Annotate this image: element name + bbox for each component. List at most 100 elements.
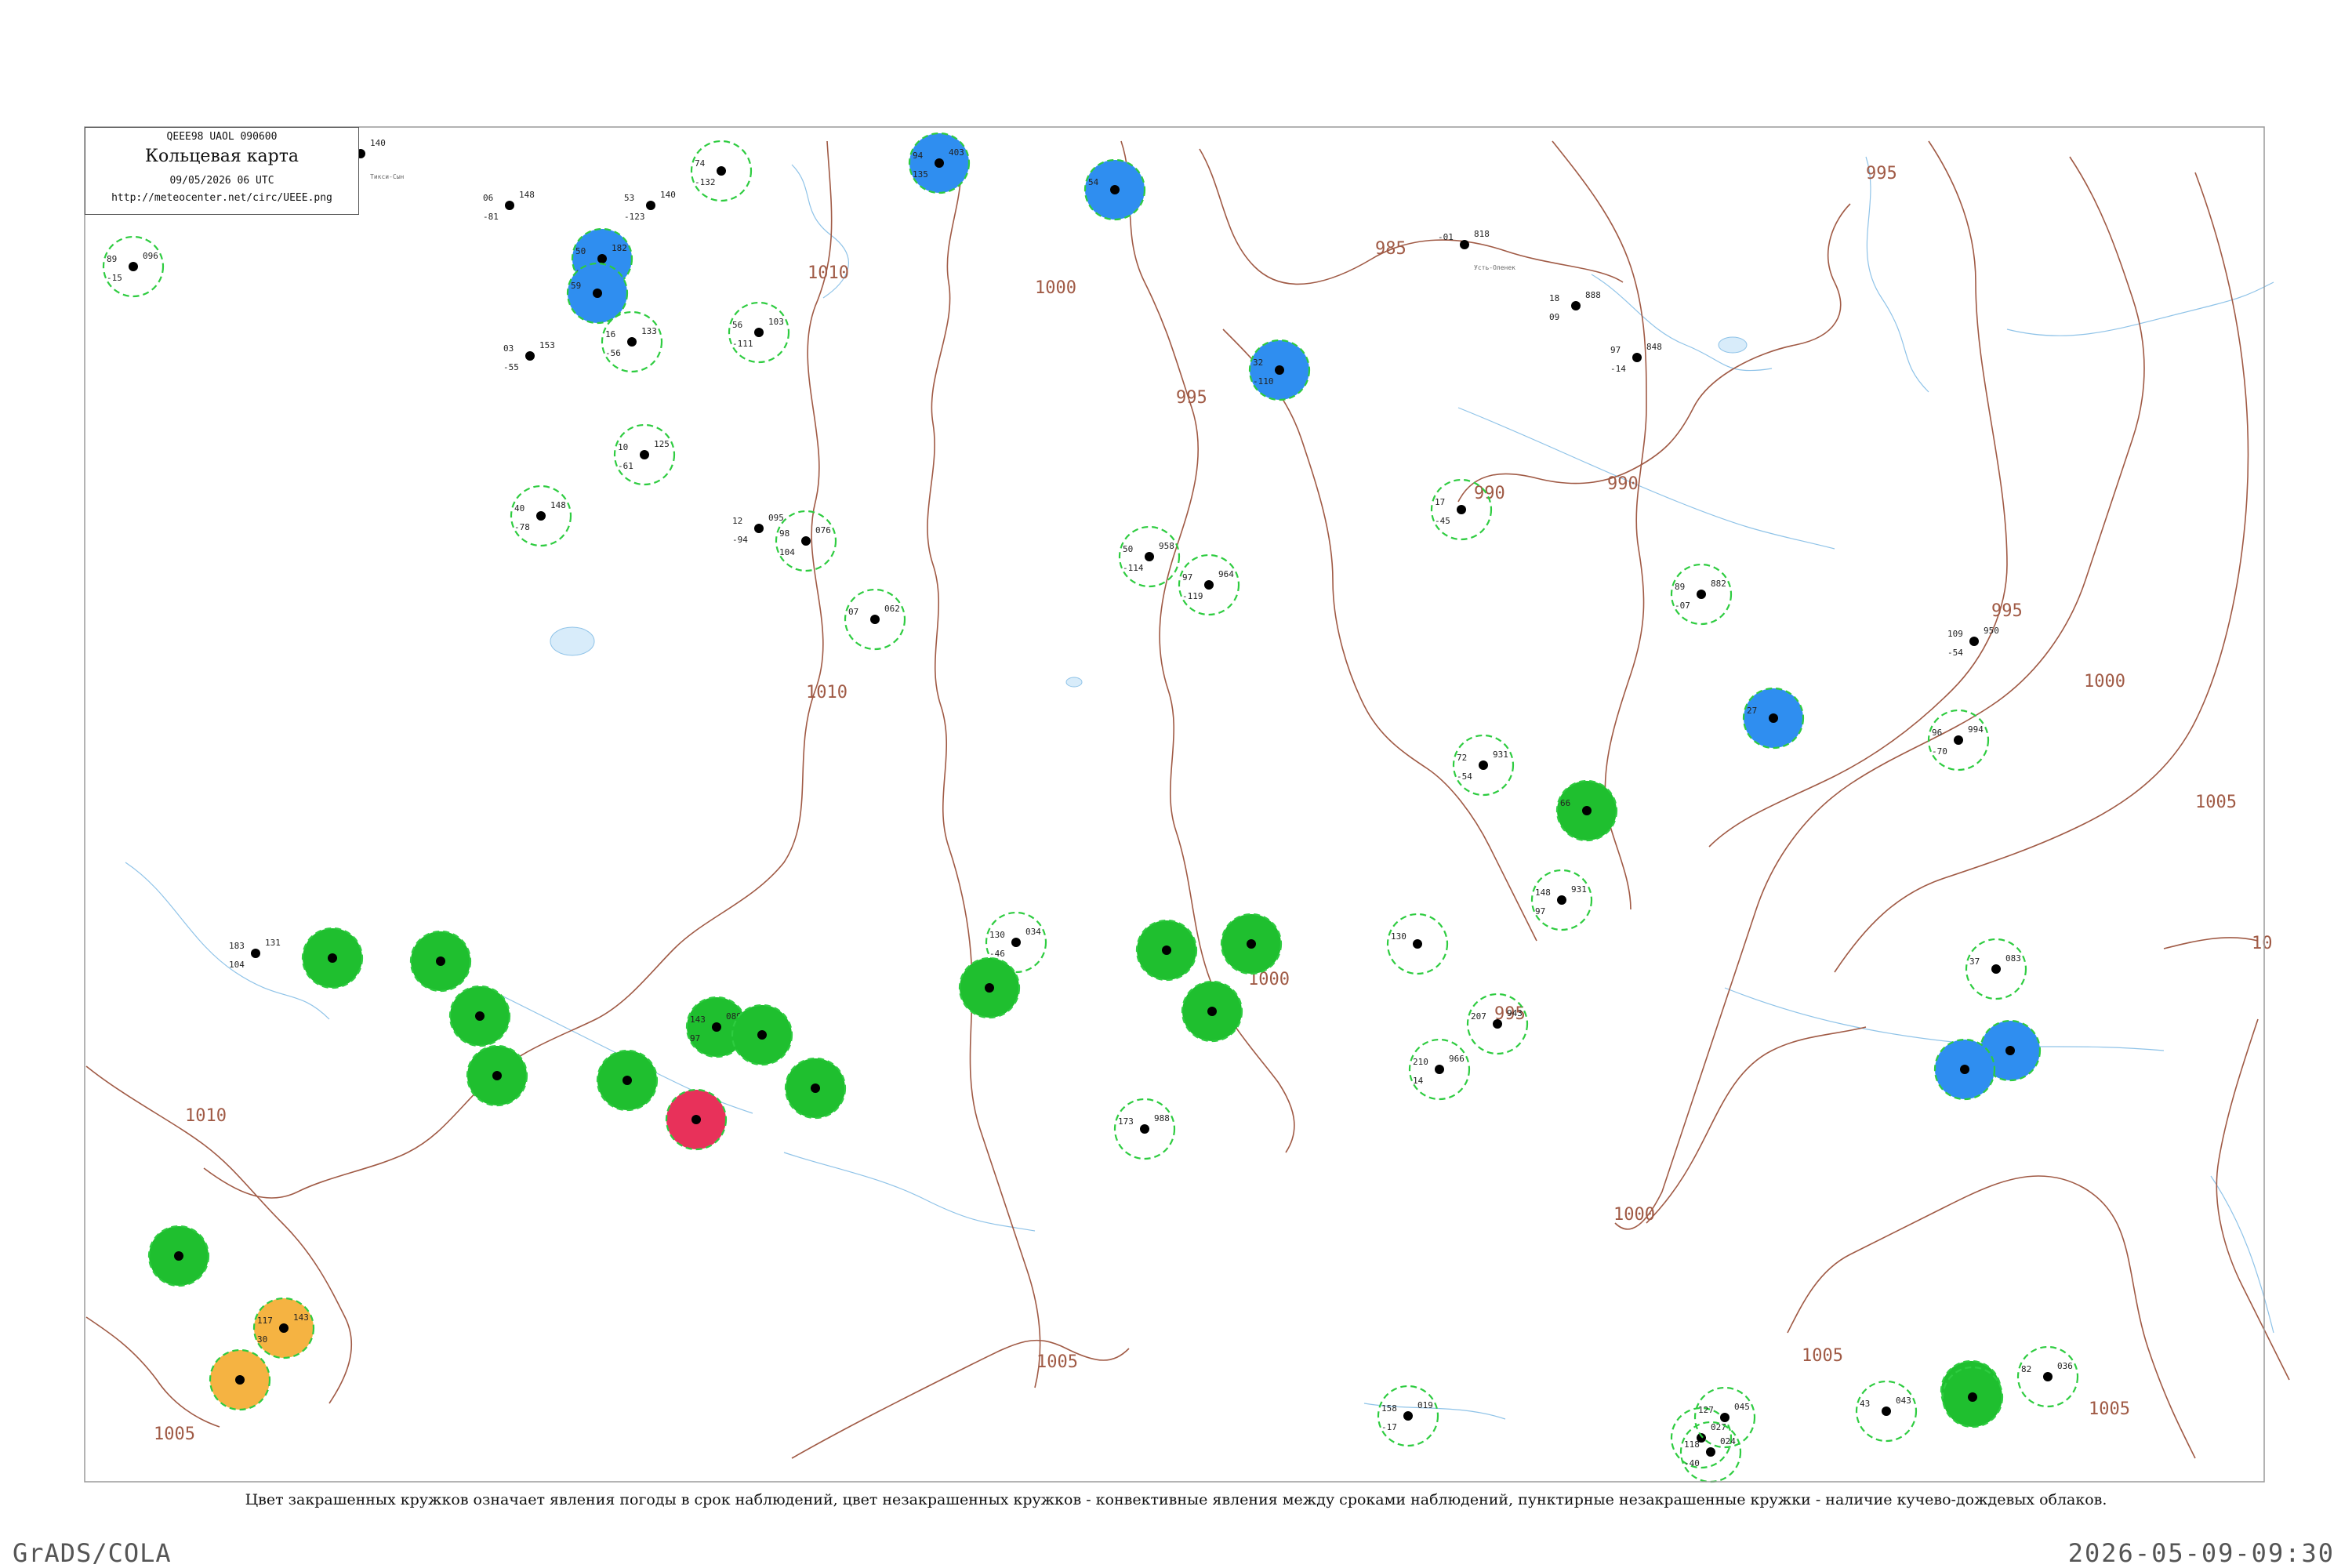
station-name: Тикси-Сын bbox=[370, 173, 405, 180]
station-temperature: 18 bbox=[1549, 293, 1559, 303]
station-dewpoint: -17 bbox=[1381, 1422, 1397, 1432]
station-temperature: 50 bbox=[1123, 544, 1133, 554]
isobar-label: 10 bbox=[2252, 934, 2273, 953]
station-dot bbox=[935, 158, 944, 168]
station-temperature: 89 bbox=[107, 254, 117, 264]
station-pressure: 034 bbox=[1025, 927, 1041, 937]
station-dewpoint: -40 bbox=[1684, 1458, 1700, 1468]
station-dewpoint: -123 bbox=[624, 212, 645, 222]
station-temperature: 98 bbox=[779, 528, 789, 539]
station-temperature: 66 bbox=[1560, 798, 1570, 808]
station-dewpoint: -07 bbox=[1675, 601, 1690, 611]
station-pressure: 848 bbox=[1646, 342, 1662, 352]
station-dot bbox=[757, 1030, 767, 1040]
station-dot bbox=[1968, 1392, 1977, 1402]
station-dewpoint: -56 bbox=[605, 348, 621, 358]
station-temperature: 12 bbox=[732, 516, 742, 526]
station-dot bbox=[1720, 1413, 1730, 1422]
station-temperature: 27 bbox=[1747, 706, 1757, 716]
station-dewpoint: -54 bbox=[1947, 648, 1963, 658]
station-dewpoint: 30 bbox=[257, 1334, 267, 1345]
station-pressure: 988 bbox=[1154, 1113, 1170, 1123]
station-plot bbox=[1220, 913, 1283, 975]
station-dot bbox=[436, 956, 445, 966]
station-plot: 54 bbox=[1083, 158, 1146, 221]
station-dot bbox=[492, 1071, 502, 1080]
station-pressure: 095 bbox=[768, 513, 784, 523]
station-pressure: 950 bbox=[1984, 626, 1999, 636]
station-dot bbox=[525, 351, 535, 361]
station-temperature: 173 bbox=[1118, 1116, 1134, 1127]
isobar-label: 1005 bbox=[154, 1425, 195, 1444]
station-pressure: 882 bbox=[1711, 579, 1726, 589]
station-dot bbox=[1991, 964, 2001, 974]
station-pressure: 153 bbox=[539, 340, 555, 350]
station-plot bbox=[784, 1057, 847, 1120]
station-pressure: 943 bbox=[1507, 1008, 1523, 1018]
station-pressure: 148 bbox=[519, 190, 535, 200]
station-pressure: 931 bbox=[1571, 884, 1587, 895]
station-plot: 59 bbox=[566, 262, 629, 325]
station-pressure: 019 bbox=[1417, 1400, 1433, 1410]
station-dewpoint: 14 bbox=[1413, 1076, 1424, 1086]
station-dot bbox=[1435, 1065, 1444, 1074]
station-temperature: 96 bbox=[1932, 728, 1942, 738]
station-temperature: 89 bbox=[1675, 582, 1685, 592]
station-dot bbox=[640, 450, 649, 459]
station-dot bbox=[1882, 1406, 1891, 1416]
map-background bbox=[0, 0, 2352, 1568]
isobar-label: 990 bbox=[1607, 474, 1639, 494]
station-dot bbox=[1632, 353, 1642, 362]
station-temperature: 148 bbox=[1535, 887, 1551, 898]
station-name: Усть-Оленек bbox=[1474, 264, 1515, 271]
station-dot bbox=[328, 953, 337, 963]
station-pressure: 125 bbox=[654, 439, 670, 449]
station-dot bbox=[1247, 939, 1256, 949]
isobar-label: 1000 bbox=[1035, 278, 1076, 298]
station-dot bbox=[279, 1323, 289, 1333]
station-temperature: 07 bbox=[848, 607, 858, 617]
station-temperature: 117 bbox=[257, 1316, 273, 1326]
map-title: Кольцевая карта bbox=[144, 147, 299, 166]
station-temperature: 94 bbox=[913, 151, 924, 161]
lake bbox=[1065, 677, 1083, 688]
station-dot bbox=[1145, 552, 1154, 561]
station-dot bbox=[712, 1022, 721, 1032]
station-dot bbox=[597, 254, 607, 263]
isobar-label: 1010 bbox=[806, 683, 848, 702]
station-pressure: 103 bbox=[768, 317, 784, 327]
station-pressure: 140 bbox=[370, 138, 386, 148]
station-temperature: 210 bbox=[1413, 1057, 1428, 1067]
station-plot bbox=[301, 927, 364, 989]
station-pressure: 964 bbox=[1218, 569, 1234, 579]
station-temperature: 97 bbox=[1610, 345, 1621, 355]
station-pressure: 045 bbox=[1734, 1402, 1750, 1412]
map-url: http://meteocenter.net/circ/UEEE.png bbox=[111, 192, 332, 204]
station-dewpoint: -45 bbox=[1435, 516, 1450, 526]
station-pressure: 133 bbox=[641, 326, 657, 336]
station-temperature: 183 bbox=[229, 941, 245, 951]
station-pressure: 182 bbox=[612, 243, 627, 253]
station-dot bbox=[1697, 590, 1706, 599]
station-pressure: 131 bbox=[265, 938, 281, 948]
isobar-label: 1000 bbox=[2084, 672, 2125, 691]
station-dot bbox=[1706, 1447, 1715, 1457]
station-dewpoint: -46 bbox=[989, 949, 1005, 959]
station-pressure: 083 bbox=[2005, 953, 2021, 964]
station-dot bbox=[251, 949, 260, 958]
station-dot bbox=[235, 1375, 245, 1385]
isobar-label: 995 bbox=[1991, 601, 2023, 621]
station-plot bbox=[448, 985, 511, 1047]
station-pressure: 931 bbox=[1493, 750, 1508, 760]
station-dot bbox=[1493, 1019, 1502, 1029]
station-temperature: 118 bbox=[1684, 1439, 1700, 1450]
station-plot bbox=[209, 1348, 271, 1411]
station-dot bbox=[1769, 713, 1778, 723]
station-dot bbox=[1204, 580, 1214, 590]
bulletin-code: QEEE98 UAOL 090600 bbox=[166, 131, 278, 143]
isobar-label: 1005 bbox=[1036, 1352, 1078, 1372]
station-plot bbox=[665, 1088, 728, 1151]
station-pressure: 143 bbox=[293, 1312, 309, 1323]
station-dot bbox=[1140, 1124, 1149, 1134]
station-dot bbox=[1557, 895, 1566, 905]
